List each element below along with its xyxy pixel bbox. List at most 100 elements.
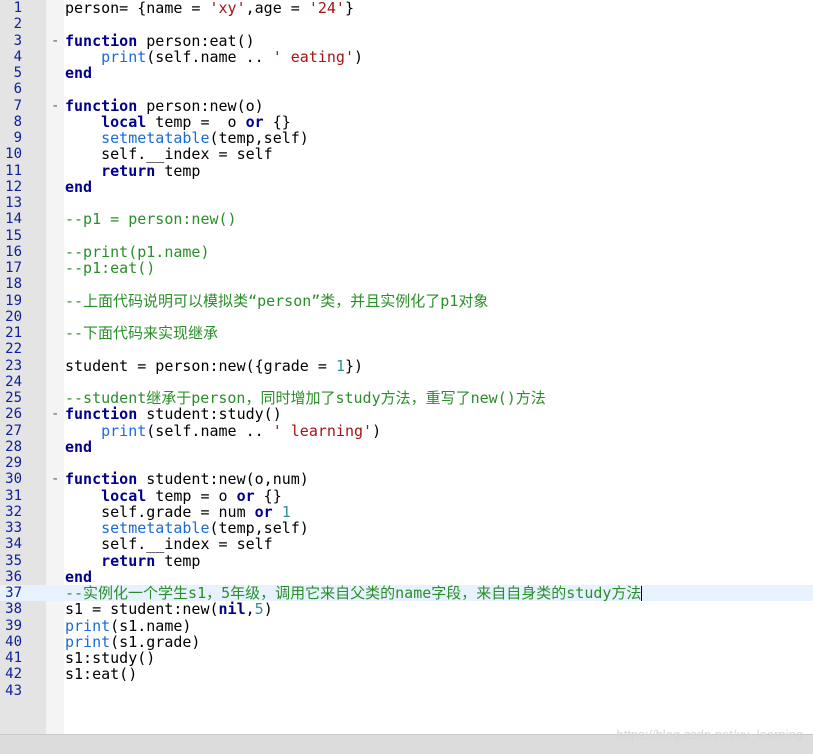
code-line[interactable]: 37 --实例化一个学生s1，5年级，调用它来自父类的name字段，来自自身类的s… <box>0 585 813 602</box>
code-content: self.grade = num or 1 <box>65 504 291 520</box>
code-line[interactable]: 39 print(s1.name) <box>0 618 813 634</box>
line-number: 10 <box>5 146 22 163</box>
code-text: ) <box>372 421 382 440</box>
code-line[interactable]: 12 end <box>0 179 813 195</box>
code-line[interactable]: 34 self.__index = self <box>0 536 813 552</box>
code-line[interactable]: 7 - function person:new(o) <box>0 98 813 114</box>
code-line[interactable]: 29 <box>0 455 813 471</box>
code-line[interactable]: 22 <box>0 341 813 357</box>
line-number: 35 <box>5 552 22 569</box>
code-content: function student:study() <box>65 406 282 422</box>
line-number: 2 <box>13 16 22 33</box>
line-number: 13 <box>5 195 22 211</box>
comment-token: --p1:eat() <box>65 259 156 277</box>
line-number: 31 <box>5 487 22 504</box>
fold-toggle-icon[interactable]: - <box>51 33 59 49</box>
code-content: --下面代码来实现继承 <box>65 325 218 341</box>
code-text: s1:eat() <box>65 665 138 684</box>
code-line[interactable]: 15 <box>0 228 813 244</box>
line-number: 22 <box>5 341 22 358</box>
code-line[interactable]: 28 end <box>0 439 813 455</box>
line-number: 32 <box>5 503 22 520</box>
code-line[interactable]: 20 <box>0 309 813 325</box>
code-line[interactable]: 41 s1:study() <box>0 650 813 666</box>
code-line[interactable]: 9 setmetatable(temp,self) <box>0 130 813 146</box>
line-number: 25 <box>5 390 22 406</box>
line-number: 5 <box>13 65 22 81</box>
code-editor[interactable]: 1 person= {name = 'xy',age = '24'} 2 3- func… <box>0 0 813 734</box>
code-line[interactable]: 16 --print(p1.name) <box>0 244 813 260</box>
code-line[interactable]: 25 --student继承于person，同时增加了study方法，重写了new… <box>0 390 813 406</box>
code-line[interactable]: 21 --下面代码来实现继承 <box>0 325 813 341</box>
fold-toggle-icon[interactable]: - <box>51 98 59 114</box>
code-content: return temp <box>65 553 200 569</box>
code-line[interactable]: 2 <box>0 16 813 32</box>
code-line[interactable]: 40 print(s1.grade) <box>0 634 813 650</box>
fold-toggle-icon[interactable]: - <box>51 471 59 487</box>
code-line[interactable]: 30 - function student:new(o,num) <box>0 471 813 487</box>
code-line[interactable]: 27 print(self.name .. ' learning') <box>0 423 813 439</box>
code-line[interactable]: 23 student = person:new({grade = 1}) <box>0 358 813 374</box>
code-text: ) <box>263 600 273 619</box>
code-content: local temp = o or {} <box>65 114 291 130</box>
line-number: 19 <box>5 292 22 309</box>
code-line[interactable]: 14 --p1 = person:new() <box>0 211 813 227</box>
watermark: https://blog.csdn.net/xy_learning <box>616 727 803 742</box>
code-line[interactable]: 18 <box>0 276 813 292</box>
code-line[interactable]: 13 <box>0 195 813 211</box>
code-content: student = person:new({grade = 1}) <box>65 358 363 374</box>
code-content: --上面代码说明可以模拟类“person”类，并且实例化了p1对象 <box>65 293 488 309</box>
code-text: (self.name .. <box>146 47 273 66</box>
code-content: end <box>65 65 92 81</box>
code-line[interactable]: 17 --p1:eat() <box>0 260 813 276</box>
number-token: 5 <box>254 600 264 619</box>
code-line[interactable]: 4 print(self.name .. ' eating') <box>0 49 813 65</box>
code-content: --p1:eat() <box>65 260 155 276</box>
keyword-token: end <box>65 177 93 196</box>
code-text: } <box>344 0 354 17</box>
code-line[interactable]: 31 local temp = o or {} <box>0 488 813 504</box>
code-content: function person:new(o) <box>65 98 264 114</box>
code-line[interactable]: 24 <box>0 374 813 390</box>
code-line[interactable]: 3 - function person:eat() <box>0 33 813 49</box>
code-line[interactable]: 8 local temp = o or {} <box>0 114 813 130</box>
code-line[interactable]: 5 end <box>0 65 813 81</box>
code-line[interactable]: 6 <box>0 81 813 97</box>
string-token: 'xy' <box>209 0 246 17</box>
code-line[interactable]: 26 - function student:study() <box>0 406 813 422</box>
code-content: setmetatable(temp,self) <box>65 130 309 146</box>
line-number: 8 <box>13 113 22 130</box>
line-number: 40 <box>5 633 22 650</box>
code-line[interactable]: 1 person= {name = 'xy',age = '24'} <box>0 0 813 16</box>
code-line[interactable]: 36 end <box>0 569 813 585</box>
line-number: 16 <box>5 243 22 260</box>
code-content: --实例化一个学生s1，5年级，调用它来自父类的name字段，来自自身类的stu… <box>65 585 643 601</box>
line-number: 7 <box>13 97 22 114</box>
code-line[interactable]: 10 self.__index = self <box>0 146 813 162</box>
line-number: 30 <box>5 471 22 488</box>
line-number: 38 <box>5 601 22 618</box>
code-content: self.__index = self <box>65 536 273 552</box>
code-line[interactable]: 38 s1 = student:new(nil,5) <box>0 601 813 617</box>
code-line[interactable]: 43 <box>0 683 813 699</box>
line-number: 29 <box>5 455 22 471</box>
line-number: 9 <box>13 130 22 146</box>
line-number: 43 <box>5 682 22 699</box>
comment-token: --下面代码来实现继承 <box>65 324 219 342</box>
code-content: --student继承于person，同时增加了study方法，重写了new()… <box>65 390 546 406</box>
builtin-token: print <box>101 421 147 440</box>
code-content: end <box>65 179 92 195</box>
string-token: '24' <box>308 0 345 17</box>
code-line[interactable]: 19 --上面代码说明可以模拟类“person”类，并且实例化了p1对象 <box>0 293 813 309</box>
line-number: 28 <box>5 438 22 455</box>
code-line[interactable]: 32 self.grade = num or 1 <box>0 504 813 520</box>
code-line[interactable]: 11 return temp <box>0 163 813 179</box>
code-line[interactable]: 33 setmetatable(temp,self) <box>0 520 813 536</box>
code-text: ,age = <box>245 0 309 17</box>
code-text: }) <box>344 356 364 375</box>
line-number: 33 <box>5 520 22 536</box>
keyword-token: end <box>65 437 93 456</box>
code-line[interactable]: 42 s1:eat() <box>0 666 813 682</box>
code-line[interactable]: 35 return temp <box>0 553 813 569</box>
fold-toggle-icon[interactable]: - <box>51 406 59 422</box>
